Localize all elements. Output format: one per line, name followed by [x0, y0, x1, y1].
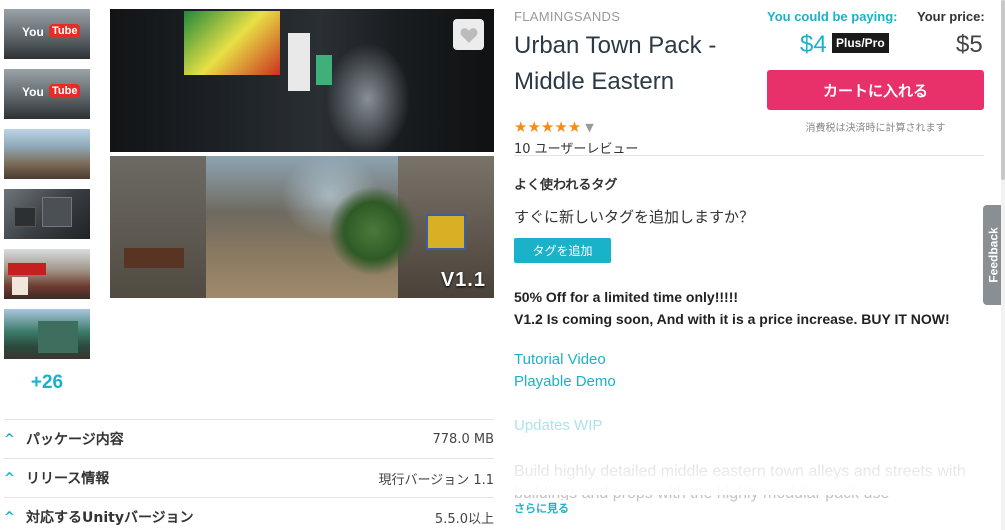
- chevron-up-icon: ^: [4, 431, 15, 447]
- more-media-link[interactable]: +26: [4, 372, 90, 394]
- info-row-value: 778.0 MB: [432, 431, 494, 447]
- info-row-unity-version[interactable]: ^ 対応するUnityバージョン 5.5.0以上: [4, 497, 494, 530]
- main-screenshot-top[interactable]: [110, 9, 494, 152]
- youtube-logo-text: You: [22, 85, 44, 99]
- shop-sign: [316, 55, 332, 85]
- thumbnail-prop: [42, 197, 72, 227]
- info-row-label: 対応するUnityバージョン: [26, 510, 194, 526]
- thumbnail-image-1[interactable]: [4, 129, 90, 179]
- sale-price: $4: [800, 31, 827, 58]
- chevron-up-icon: ^: [4, 470, 15, 486]
- thumbnail-strip: You Tube You Tube: [4, 9, 90, 369]
- favorite-button[interactable]: [453, 19, 484, 50]
- info-row-label: リリース情報: [26, 471, 110, 487]
- youtube-logo-text: You: [22, 25, 44, 39]
- thumbnail-image-3[interactable]: [4, 249, 90, 299]
- crate: [426, 214, 466, 250]
- palm-plant: [328, 186, 418, 276]
- tags-heading: よく使われるタグ: [514, 178, 618, 193]
- youtube-logo-tube: Tube: [49, 24, 81, 38]
- see-more-link[interactable]: さらに見る: [514, 500, 575, 516]
- tags-question: すぐに新しいタグを追加しますか？: [514, 208, 755, 226]
- youtube-logo-tube: Tube: [49, 84, 81, 98]
- scrollbar-thumb[interactable]: [1001, 0, 1005, 180]
- info-row-value: 現行バージョン 1.1: [378, 472, 494, 488]
- heart-icon: [460, 27, 477, 43]
- add-to-cart-button[interactable]: カートに入れる: [767, 70, 984, 110]
- product-title: Urban Town Pack - Middle Eastern: [514, 32, 717, 95]
- info-row-package-size[interactable]: ^ パッケージ内容 778.0 MB: [4, 419, 494, 458]
- divider: [514, 155, 984, 156]
- tutorial-video-link[interactable]: Tutorial Video: [514, 351, 606, 368]
- shop-sign: [288, 33, 310, 91]
- info-row-label: パッケージ内容: [26, 432, 124, 448]
- chevron-up-icon: ^: [4, 509, 15, 525]
- thumbnail-video-1[interactable]: You Tube: [4, 9, 90, 59]
- bench: [124, 248, 184, 268]
- thumbnail-prop: [14, 207, 36, 227]
- add-tag-button[interactable]: タグを追加: [514, 238, 611, 263]
- version-badge: V1.1: [440, 269, 486, 291]
- plus-pro-badge: Plus/Pro: [832, 33, 889, 53]
- info-row-value: 5.5.0以上: [434, 511, 494, 527]
- thumbnail-sign: [12, 277, 28, 295]
- description-highlight: 50% Off for a limited time only!!!!! V1.…: [514, 286, 950, 330]
- main-screenshot-bottom[interactable]: V1.1: [110, 156, 494, 298]
- chevron-down-icon[interactable]: ▼: [585, 121, 593, 134]
- description-line: 50% Off for a limited time only!!!!!: [514, 289, 739, 305]
- youtube-icon: You Tube: [22, 83, 81, 103]
- playable-demo-link[interactable]: Playable Demo: [514, 373, 616, 390]
- star-rating-icon: ★★★★★: [514, 118, 582, 136]
- thumbnail-image-2[interactable]: [4, 189, 90, 239]
- thumbnail-sign: [8, 263, 46, 275]
- package-info-list: ^ パッケージ内容 778.0 MB ^ リリース情報 現行バージョン 1.1 …: [4, 419, 494, 530]
- feedback-label: Feedback: [987, 227, 1002, 283]
- description-line: V1.2 Is coming soon, And with it is a pr…: [514, 311, 950, 327]
- thumbnail-image-4[interactable]: [4, 309, 90, 359]
- alley-wall: [110, 156, 206, 298]
- thumbnail-video-2[interactable]: You Tube: [4, 69, 90, 119]
- info-row-release[interactable]: ^ リリース情報 現行バージョン 1.1: [4, 458, 494, 497]
- description-body: Build highly detailed middle eastern tow…: [514, 463, 966, 502]
- publisher-link[interactable]: FLAMINGSANDS: [514, 9, 620, 24]
- thumbnail-wall: [38, 321, 78, 353]
- shop-sign: [184, 11, 280, 75]
- rating[interactable]: ★★★★★ ▼: [514, 118, 594, 136]
- youtube-icon: You Tube: [22, 23, 81, 43]
- could-be-paying-label: You could be paying:: [767, 9, 898, 24]
- regular-price: $5: [956, 31, 983, 58]
- updates-wip-link[interactable]: Updates WIP: [514, 417, 602, 434]
- your-price-label: Your price:: [917, 9, 985, 24]
- tax-note: 消費税は決済時に計算されます: [805, 123, 946, 134]
